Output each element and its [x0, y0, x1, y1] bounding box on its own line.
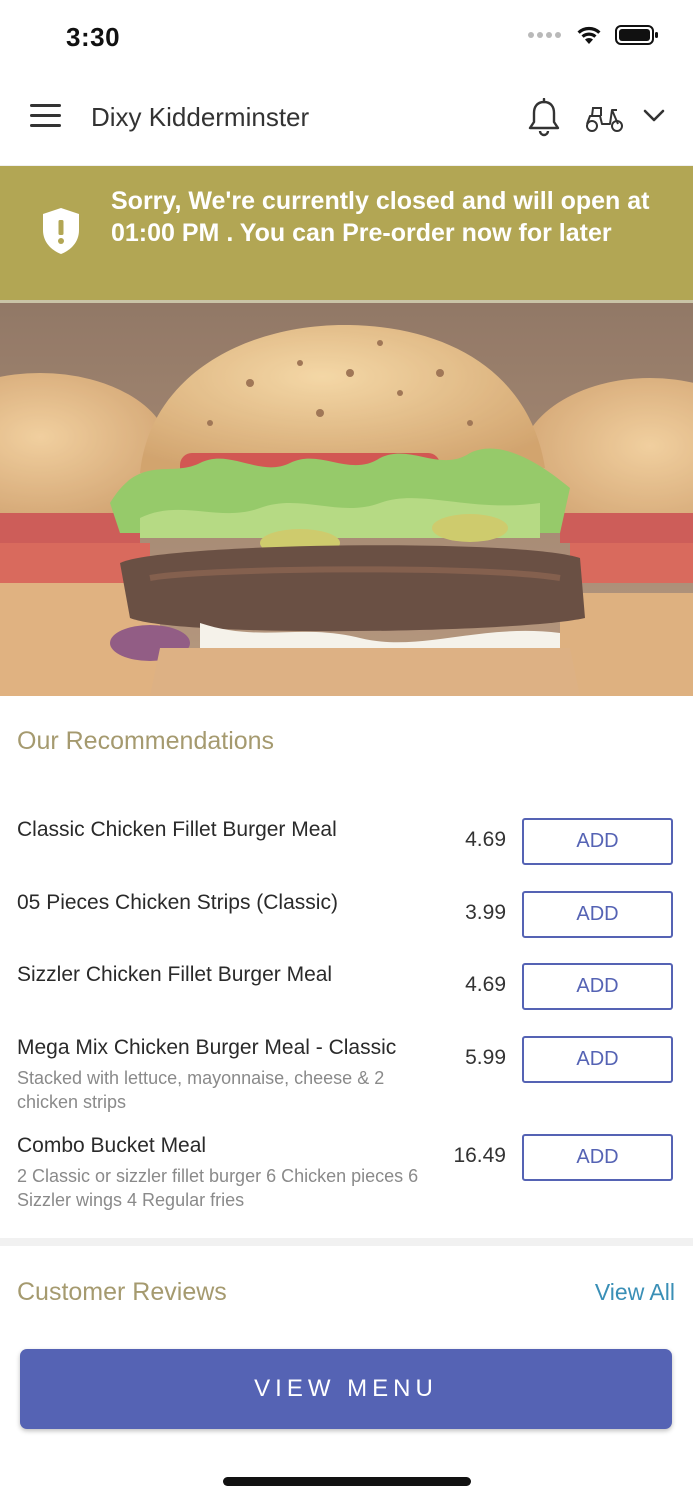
item-price: 4.69 [465, 973, 506, 996]
chevron-down-icon[interactable] [642, 108, 666, 124]
item-name: Classic Chicken Fillet Burger Meal [17, 818, 337, 841]
item-price: 3.99 [465, 901, 506, 924]
bell-icon[interactable] [526, 98, 562, 138]
add-button[interactable]: ADD [522, 818, 673, 865]
shield-alert-icon [43, 208, 79, 254]
store-name: Dixy Kidderminster [91, 102, 310, 132]
item-name: Sizzler Chicken Fillet Burger Meal [17, 963, 333, 986]
status-icons [528, 24, 659, 46]
item-name: Mega Mix Chicken Burger Meal - Classic [17, 1036, 397, 1059]
recommendations-title: Our Recommendations [17, 727, 275, 755]
wifi-icon [577, 26, 601, 44]
add-button[interactable]: ADD [522, 1036, 673, 1083]
add-button[interactable]: ADD [522, 891, 673, 938]
view-menu-button[interactable]: VIEW MENU [20, 1349, 672, 1429]
item-price: 5.99 [465, 1046, 506, 1069]
home-indicator[interactable] [223, 1477, 471, 1486]
closed-message: Sorry, We're currently closed and will o… [111, 187, 650, 247]
item-price: 16.49 [453, 1144, 506, 1167]
item-price: 4.69 [465, 828, 506, 851]
app-header: Dixy Kidderminster [0, 72, 693, 166]
view-all-link[interactable]: View All [595, 1279, 675, 1306]
battery-icon [615, 25, 658, 45]
reviews-title: Customer Reviews [17, 1278, 227, 1306]
status-time: 3:30 [66, 22, 121, 52]
item-description: Stacked with lettuce, mayonnaise, cheese… [17, 1068, 385, 1112]
item-description: 2 Classic or sizzler fillet burger 6 Chi… [17, 1166, 419, 1210]
hamburger-menu-icon[interactable] [30, 104, 62, 134]
status-bar: 3:30 [0, 0, 693, 72]
add-button[interactable]: ADD [522, 963, 673, 1010]
signal-icon [528, 32, 561, 38]
closed-banner: Sorry, We're currently closed and will o… [0, 166, 693, 303]
item-name: 05 Pieces Chicken Strips (Classic) [17, 891, 338, 914]
item-name: Combo Bucket Meal [17, 1134, 207, 1157]
add-button[interactable]: ADD [522, 1134, 673, 1181]
scooter-icon[interactable] [584, 102, 626, 134]
hero-image [0, 303, 693, 696]
section-divider [0, 1238, 693, 1246]
